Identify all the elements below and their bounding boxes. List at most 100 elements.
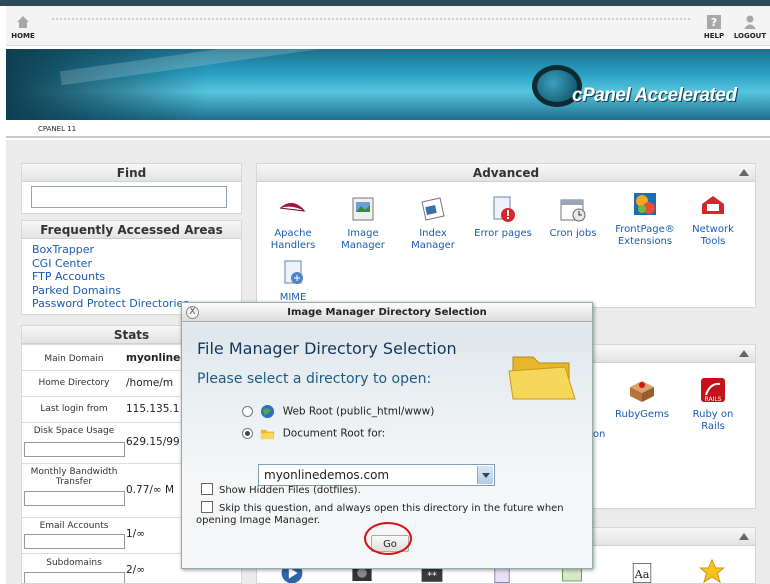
icon-rubygems[interactable]: RubyGems [607,375,677,421]
web-root-label: Web Root (public_html/www) [282,405,435,418]
chevron-down-icon[interactable] [477,466,493,484]
bandwidth-bar [24,491,125,506]
calendar-icon [560,199,586,222]
faa-link-ftp-accounts[interactable]: FTP Accounts [32,270,231,284]
globe-icon [261,404,275,419]
dialog-titlebar: X Image Manager Directory Selection [182,303,592,322]
web-root-radio[interactable] [242,406,253,417]
stats-value: 629.15/99 [126,436,180,448]
faa-link-parked-domains[interactable]: Parked Domains [32,284,231,298]
icon-mime[interactable]: MIME [260,258,326,304]
dialog-body: File Manager Directory Selection Please … [182,323,592,568]
show-hidden-label: Show Hidden Files (dotfiles). [219,485,361,496]
advanced-title: Advanced [257,164,755,182]
collapse-icon[interactable] [739,533,749,540]
frontpage-icon [634,193,656,215]
find-panel: Find [21,163,242,214]
subdomains-bar [24,572,125,583]
home-icon [17,16,29,28]
stats-value: /home/m [126,377,174,389]
frequently-accessed-panel: Frequently Accessed Areas BoxTrapper CGI… [21,220,242,315]
icon-apache-handlers[interactable]: Apache Handlers [260,194,326,252]
icon-ruby-on-rails[interactable]: RAILS Ruby on Rails [680,375,746,433]
nav-home-label: HOME [11,32,35,40]
nav-logout-label: LOGOUT [733,32,767,40]
dialog-subheading: Please select a directory to open: [197,371,432,387]
close-icon[interactable]: X [186,306,199,319]
disk-usage-bar [24,442,125,457]
show-hidden-option[interactable]: Show Hidden Files (dotfiles). [201,483,581,497]
icon-label: Index Manager [411,228,455,251]
icon-label: Error pages [474,228,532,239]
icon-image-manager[interactable]: Image Manager [330,194,396,252]
document-root-radio[interactable] [242,428,253,439]
stats-value: 1/∞ [126,528,145,540]
index-icon [421,197,445,221]
icon-label: Cron jobs [549,228,597,239]
advanced-panel: Advanced Apache Handlers Image Manager I… [256,163,756,308]
document-root-option[interactable]: Document Root for: [242,426,385,441]
stats-label: Disk Space Usage [33,426,115,436]
rails-icon: RAILS [701,378,725,403]
error-icon [493,196,515,222]
icon-label: Apache Handlers [270,228,316,251]
icon-error-pages[interactable]: Error pages [470,194,536,240]
find-input[interactable] [31,186,227,208]
stats-label: Main Domain [44,354,104,364]
cpanel-logo-text: cPanel Accelerated [572,85,737,106]
folder-icon [508,356,576,400]
mime-icon [284,260,303,284]
icon-label: Image Manager [341,228,385,251]
nav-home[interactable]: HOME [3,14,43,40]
find-title: Find [22,164,241,182]
nav-help[interactable]: ? HELP [694,14,734,40]
icon-label: RubyGems [615,409,669,420]
font-icon[interactable]: Aa [627,561,657,584]
icon-network-tools[interactable]: Network Tools [680,190,746,248]
stats-value: 2/∞ [126,564,145,576]
version-label: CPANEL 11 [38,125,77,133]
nav-divider [52,18,690,20]
collapse-icon[interactable] [739,350,749,357]
svg-text:?: ? [711,16,717,29]
stats-label: Email Accounts [39,521,109,531]
image-icon [352,197,374,221]
faa-title: Frequently Accessed Areas [22,221,241,239]
email-accounts-bar [24,534,125,549]
show-hidden-checkbox[interactable] [201,483,213,495]
icon-frontpage-extensions[interactable]: FrontPage® Extensions [608,190,682,248]
network-icon [702,196,724,214]
highlight-ring [364,522,412,555]
icon-index-manager[interactable]: Index Manager [400,194,466,252]
nav-logout[interactable]: LOGOUT [730,14,770,40]
svg-text:**: ** [427,571,437,582]
svg-text:RAILS: RAILS [705,396,722,403]
user-icon [744,15,756,29]
collapse-icon[interactable] [739,169,749,176]
faa-link-cgi-center[interactable]: CGI Center [32,257,231,271]
stats-label: Subdomains [46,558,102,568]
directory-selection-dialog: X Image Manager Directory Selection File… [181,302,593,569]
stats-label: Monthly Bandwidth Transfer [30,467,118,487]
star-icon[interactable] [697,558,727,584]
web-root-option[interactable]: Web Root (public_html/www) [242,404,434,419]
folder-small-icon [261,429,275,440]
gem-box-icon [630,381,654,402]
version-bar: CPANEL 11 [6,120,770,138]
dialog-title: Image Manager Directory Selection [287,307,487,318]
icon-label: Network Tools [692,224,734,247]
icon-cron-jobs[interactable]: Cron jobs [540,194,606,240]
help-icon: ? [707,15,721,29]
domain-select-value: myonlinedemos.com [264,468,390,482]
svg-text:Aa: Aa [634,568,650,581]
top-nav-bar: HOME ? HELP LOGOUT [6,6,770,46]
dialog-heading: File Manager Directory Selection [197,339,457,358]
cpanel-logo: cPanel Accelerated [532,63,742,111]
feather-icon [279,202,306,212]
stats-value: 115.135.1 [126,403,180,415]
faa-link-boxtrapper[interactable]: BoxTrapper [32,243,231,257]
icon-label: Ruby on Rails [692,409,734,432]
nav-help-label: HELP [703,32,725,40]
stats-label: Home Directory [38,378,110,388]
header-banner: cPanel Accelerated [6,49,770,120]
